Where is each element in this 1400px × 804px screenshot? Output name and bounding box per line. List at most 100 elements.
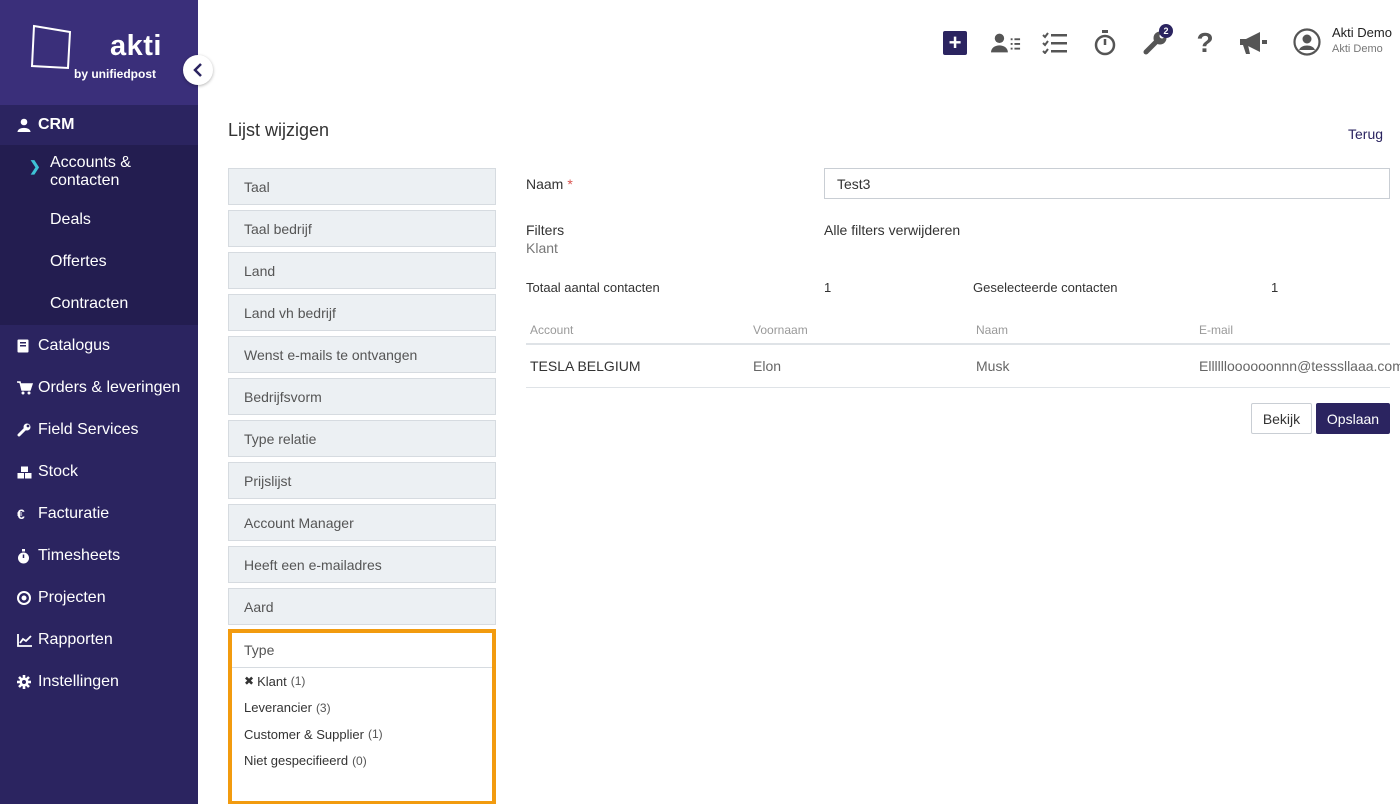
timer-button[interactable] <box>1090 28 1120 58</box>
user-circle-icon <box>1293 28 1321 56</box>
nav-label: Field Services <box>38 421 139 438</box>
chevron-right-icon: ❯ <box>29 158 41 174</box>
nav-label: Rapporten <box>38 631 113 648</box>
selected-contacts-value: 1 <box>1271 280 1279 295</box>
filter-item[interactable]: Taal bedrijf <box>228 210 496 247</box>
total-contacts-value: 1 <box>824 280 832 295</box>
wrench-icon <box>17 423 38 437</box>
selected-contacts-label: Geselecteerde contacten <box>973 280 1118 295</box>
save-button[interactable]: Opslaan <box>1316 403 1390 434</box>
sidebar: akti by unifiedpost CRM ❯ Accounts & con… <box>0 0 213 804</box>
chevron-left-icon <box>193 63 202 77</box>
cubes-icon <box>17 466 38 479</box>
column-header-voornaam[interactable]: Voornaam <box>753 323 808 337</box>
nav-label: Orders & leveringen <box>38 379 181 396</box>
sidebar-item-projecten[interactable]: Projecten <box>0 577 198 619</box>
page-title: Lijst wijzigen <box>228 120 330 140</box>
user-menu-button[interactable] <box>1292 27 1322 57</box>
option-label: Klant <box>257 673 287 689</box>
column-header-account[interactable]: Account <box>530 323 573 337</box>
table-header: Account Voornaam Naam E-mail <box>526 318 1390 345</box>
filter-item[interactable]: Type relatie <box>228 420 496 457</box>
filter-list: Taal Taal bedrijf Land Land vh bedrijf W… <box>228 168 496 804</box>
checklist-icon <box>1042 32 1067 54</box>
megaphone-icon <box>1240 32 1267 54</box>
plus-icon: + <box>943 31 967 55</box>
sidebar-item-deals[interactable]: Deals <box>0 199 198 241</box>
filter-item[interactable]: Account Manager <box>228 504 496 541</box>
contact-list-icon <box>991 33 1021 53</box>
option-count: (0) <box>352 753 367 768</box>
filter-option-niet-gespecifieerd[interactable]: Niet gespecifieerd (0) <box>232 748 492 775</box>
nav-label: Catalogus <box>38 337 111 354</box>
sidebar-item-orders[interactable]: Orders & leveringen <box>0 367 198 409</box>
required-marker: * <box>567 176 573 192</box>
nav-label: Projecten <box>38 589 106 606</box>
sub-label: Contracten <box>50 295 129 312</box>
table-row[interactable]: TESLA BELGIUM Elon Musk Elllllloooooonnn… <box>526 345 1400 388</box>
filter-option-klant[interactable]: ✖ Klant (1) <box>232 668 492 695</box>
sidebar-item-field-services[interactable]: Field Services <box>0 409 198 451</box>
nav-item-crm[interactable]: CRM <box>0 105 198 145</box>
stopwatch-icon <box>17 548 38 564</box>
active-filter: Klant <box>526 240 558 256</box>
sidebar-item-rapporten[interactable]: Rapporten <box>0 619 198 661</box>
sidebar-item-stock[interactable]: Stock <box>0 451 198 493</box>
sub-label: Deals <box>50 211 91 228</box>
announcements-button[interactable] <box>1238 28 1268 58</box>
column-header-email[interactable]: E-mail <box>1199 323 1233 337</box>
filters-label: Filters <box>526 222 565 238</box>
cart-icon <box>17 381 38 395</box>
question-icon: ? <box>1196 27 1214 58</box>
filter-item[interactable]: Bedrijfsvorm <box>228 378 496 415</box>
cell-naam: Musk <box>976 358 1010 374</box>
nav-label: Instellingen <box>38 673 119 690</box>
filter-type-header[interactable]: Type <box>232 633 492 668</box>
option-count: (3) <box>315 700 331 715</box>
sidebar-item-catalogus[interactable]: Catalogus <box>0 325 198 367</box>
option-label: Leverancier <box>244 700 312 716</box>
name-input[interactable]: Test3 <box>824 168 1390 199</box>
cell-voornaam: Elon <box>753 358 782 374</box>
main-nav: CRM ❯ Accounts & contacten Deals Offerte… <box>0 105 198 703</box>
logo-text: akti <box>110 30 162 62</box>
nav-label: CRM <box>38 116 75 133</box>
book-icon <box>17 339 38 353</box>
contacts-list-button[interactable] <box>991 28 1021 58</box>
nav-label: Timesheets <box>38 547 121 564</box>
filter-option-leverancier[interactable]: Leverancier (3) <box>232 695 492 722</box>
name-label-text: Naam <box>526 176 564 192</box>
filter-item[interactable]: Prijslijst <box>228 462 496 499</box>
filter-item[interactable]: Wenst e-mails te ontvangen <box>228 336 496 373</box>
option-count: (1) <box>290 674 306 689</box>
sidebar-item-contracten[interactable]: Contracten <box>0 283 198 325</box>
sidebar-item-accounts-contacten[interactable]: ❯ Accounts & contacten <box>0 145 198 199</box>
filter-item[interactable]: Land <box>228 252 496 289</box>
option-label: Niet gespecifieerd <box>244 753 349 769</box>
remove-all-filters-link[interactable]: Alle filters verwijderen <box>824 222 960 238</box>
filter-item[interactable]: Heeft een e-mailadres <box>228 546 496 583</box>
user-name[interactable]: Akti Demo <box>1332 25 1392 40</box>
filter-item[interactable]: Land vh bedrijf <box>228 294 496 331</box>
cell-email: Elllllloooooonnn@tesssllaaa.com <box>1199 358 1400 374</box>
filter-item[interactable]: Aard <box>228 588 496 625</box>
back-link[interactable]: Terug <box>1348 126 1383 142</box>
sidebar-item-facturatie[interactable]: € Facturatie <box>0 493 198 535</box>
logo-tagline: by unifiedpost <box>74 67 156 81</box>
column-header-naam[interactable]: Naam <box>976 323 1008 337</box>
sidebar-item-timesheets[interactable]: Timesheets <box>0 535 198 577</box>
tasks-button[interactable] <box>1040 28 1070 58</box>
crm-subnav: ❯ Accounts & contacten Deals Offertes Co… <box>0 145 198 325</box>
sidebar-item-instellingen[interactable]: Instellingen <box>0 661 198 703</box>
nav-label: Facturatie <box>38 505 110 522</box>
sub-label: Accounts & contacten <box>50 154 131 189</box>
filter-option-customer-supplier[interactable]: Customer & Supplier (1) <box>232 721 492 748</box>
add-button[interactable]: + <box>940 28 970 58</box>
sidebar-item-offertes[interactable]: Offertes <box>0 241 198 283</box>
remove-filter-icon[interactable]: ✖ <box>244 674 254 688</box>
sub-label: Offertes <box>50 253 107 270</box>
view-button[interactable]: Bekijk <box>1251 403 1312 434</box>
filter-item[interactable]: Taal <box>228 168 496 205</box>
collapse-sidebar-button[interactable] <box>183 55 213 85</box>
help-button[interactable]: ? <box>1190 27 1220 58</box>
